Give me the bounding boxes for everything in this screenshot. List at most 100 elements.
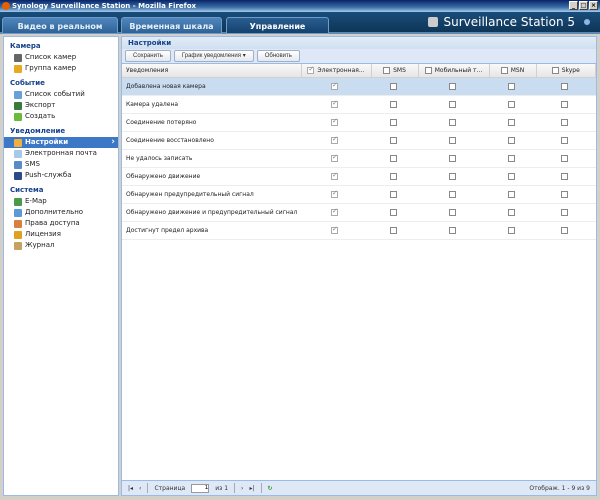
notification-checkbox[interactable] [448, 208, 456, 216]
page-input[interactable] [191, 483, 210, 493]
notification-checkbox[interactable] [389, 226, 397, 234]
notification-checkbox[interactable] [448, 82, 456, 90]
help-icon[interactable] [584, 19, 590, 25]
table-row[interactable]: Соединение потеряно [122, 113, 596, 132]
notification-checkbox[interactable] [389, 118, 397, 126]
sidebar-item[interactable]: SMS [4, 159, 118, 170]
notification-checkbox[interactable] [448, 154, 456, 162]
column-header[interactable]: SMS [371, 64, 419, 78]
notification-checkbox[interactable] [507, 172, 515, 180]
table-row[interactable]: Камера удалена [122, 95, 596, 114]
cell [536, 203, 596, 222]
notification-checkbox[interactable] [560, 226, 568, 234]
select-all-checkbox[interactable] [307, 65, 315, 74]
column-header[interactable]: Skype [536, 64, 596, 78]
column-header[interactable]: Электронная... [301, 64, 372, 78]
notification-checkbox[interactable] [331, 135, 338, 144]
notification-checkbox[interactable] [507, 208, 515, 216]
notification-label: Соединение потеряно [122, 113, 301, 132]
notification-checkbox[interactable] [389, 136, 397, 144]
notification-checkbox[interactable] [507, 136, 515, 144]
sidebar-item[interactable]: Журнал [4, 240, 118, 251]
notification-checkbox[interactable] [448, 136, 456, 144]
sidebar-item[interactable]: Экспорт [4, 100, 118, 111]
select-all-checkbox[interactable] [500, 66, 508, 74]
notification-checkbox[interactable] [448, 100, 456, 108]
table-row[interactable]: Не удалось записать [122, 149, 596, 168]
column-header[interactable]: MSN [489, 64, 537, 78]
sidebar-item[interactable]: E-Map [4, 196, 118, 207]
first-page-icon[interactable]: |◂ [128, 485, 133, 492]
notification-checkbox[interactable] [560, 136, 568, 144]
sidebar-item[interactable]: Группа камер [4, 63, 118, 74]
prev-page-icon[interactable]: ‹ [139, 485, 141, 492]
cell [536, 113, 596, 132]
refresh-button[interactable]: Обновить [256, 50, 300, 62]
sidebar-item[interactable]: Электронная почта [4, 148, 118, 159]
cell [489, 95, 536, 114]
notification-checkbox[interactable] [448, 172, 456, 180]
notification-checkbox[interactable] [448, 226, 456, 234]
table-row[interactable]: Обнаружен предупредительный сигнал [122, 185, 596, 204]
notification-checkbox[interactable] [389, 154, 397, 162]
notification-checkbox[interactable] [389, 208, 397, 216]
table-row[interactable]: Обнаружено движение и предупредительный … [122, 203, 596, 222]
save-button[interactable]: Сохранить [125, 50, 171, 62]
notification-checkbox[interactable] [507, 100, 515, 108]
notification-checkbox[interactable] [507, 226, 515, 234]
table-row[interactable]: Обнаружено движение [122, 167, 596, 186]
notification-checkbox[interactable] [560, 82, 568, 90]
select-all-checkbox[interactable] [383, 66, 391, 74]
minimize-button[interactable]: _ [569, 1, 578, 10]
table-row[interactable]: Добавлена новая камера [122, 77, 596, 96]
last-page-icon[interactable]: ▸| [249, 485, 254, 492]
column-header[interactable]: Мобильный т... [418, 64, 490, 78]
sidebar-item-label: Лицензия [25, 230, 61, 238]
notification-checkbox[interactable] [507, 190, 515, 198]
close-button[interactable]: × [589, 1, 598, 10]
column-header[interactable]: Уведомления [122, 64, 302, 78]
notification-checkbox[interactable] [389, 190, 397, 198]
sidebar-item[interactable]: Лицензия [4, 229, 118, 240]
sidebar-item[interactable]: Права доступа [4, 218, 118, 229]
notification-checkbox[interactable] [507, 118, 515, 126]
table-row[interactable]: Соединение восстановлено [122, 131, 596, 150]
sidebar-item[interactable]: Настройки [4, 137, 118, 148]
notification-checkbox[interactable] [560, 172, 568, 180]
sidebar-item[interactable]: Дополнительно [4, 207, 118, 218]
tab-timeline[interactable]: Временная шкала [121, 17, 222, 34]
notification-checkbox[interactable] [331, 225, 338, 234]
select-all-checkbox[interactable] [551, 66, 559, 74]
notification-checkbox[interactable] [560, 118, 568, 126]
tab-management[interactable]: Управление [226, 17, 329, 34]
notification-checkbox[interactable] [560, 154, 568, 162]
sidebar-item[interactable]: Список камер [4, 52, 118, 63]
notification-checkbox[interactable] [389, 172, 397, 180]
sidebar-item[interactable]: Список событий [4, 89, 118, 100]
notification-checkbox[interactable] [560, 190, 568, 198]
notification-checkbox[interactable] [560, 100, 568, 108]
sidebar-item[interactable]: Создать [4, 111, 118, 122]
notification-checkbox[interactable] [560, 208, 568, 216]
notification-checkbox[interactable] [331, 81, 338, 90]
refresh-icon[interactable]: ↻ [268, 485, 273, 492]
notification-checkbox[interactable] [448, 118, 456, 126]
table-row[interactable]: Достигнут предел архива [122, 221, 596, 240]
notification-checkbox[interactable] [331, 99, 338, 108]
sidebar-item[interactable]: Push-служба [4, 170, 118, 181]
notification-checkbox[interactable] [331, 117, 338, 126]
notification-checkbox[interactable] [331, 153, 338, 162]
notification-checkbox[interactable] [507, 154, 515, 162]
notification-checkbox[interactable] [331, 189, 338, 198]
tab-live-view[interactable]: Видео в реальном времени [2, 17, 118, 48]
notification-checkbox[interactable] [331, 171, 338, 180]
notification-checkbox[interactable] [331, 207, 338, 216]
maximize-button[interactable]: □ [579, 1, 588, 10]
next-page-icon[interactable]: › [241, 485, 243, 492]
notification-checkbox[interactable] [507, 82, 515, 90]
schedule-dropdown-button[interactable]: График уведомления ▾ [173, 50, 254, 62]
notification-checkbox[interactable] [448, 190, 456, 198]
notification-checkbox[interactable] [389, 100, 397, 108]
notification-checkbox[interactable] [389, 82, 397, 90]
select-all-checkbox[interactable] [424, 66, 432, 74]
